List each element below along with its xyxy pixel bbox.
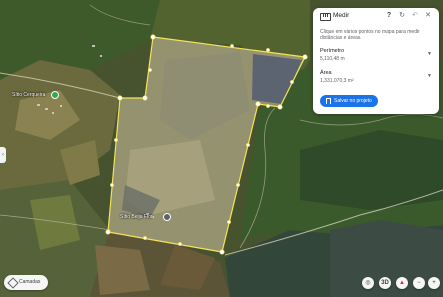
place-pin-cerqueira[interactable] [51, 91, 59, 99]
zoom-in-button[interactable]: + [428, 277, 440, 289]
save-to-project-label: Salvar no projeto [334, 98, 372, 104]
measure-panel-title: Medir [333, 12, 350, 19]
refresh-icon[interactable]: ↻ [398, 12, 406, 20]
view-3d-button[interactable]: 3D [379, 277, 391, 289]
place-label-cerqueira[interactable]: Sítio Cerqueira [12, 92, 45, 98]
layers-label: Camadas [19, 279, 41, 285]
undo-icon[interactable]: ↶ [411, 12, 419, 20]
measure-panel-header: Medir ? ↻ ↶ ✕ [313, 8, 439, 26]
help-icon[interactable]: ? [385, 12, 393, 20]
measure-instructions: Clique em vários pontos no mapa para med… [320, 29, 420, 42]
zoom-out-button[interactable]: − [413, 277, 425, 289]
collapse-side-panel-button[interactable]: ‹ [0, 147, 6, 163]
perimeter-label: Perímetro [320, 48, 345, 54]
bookmark-icon [326, 98, 331, 104]
area-unit-chevron-down-icon[interactable]: ▼ [427, 73, 432, 79]
measure-panel: Medir ? ↻ ↶ ✕ Clique em vários pontos no… [313, 8, 439, 114]
area-value: 1,331.070,3 m² [320, 78, 354, 84]
perimeter-value: 5,110,48 m [320, 56, 345, 62]
save-to-project-button[interactable]: Salvar no projeto [320, 95, 378, 107]
layers-icon [7, 277, 19, 289]
compass-icon[interactable]: ▲ [396, 277, 408, 289]
place-label-beija-flor[interactable]: Sítio Beija Flor [120, 214, 153, 220]
globe-icon[interactable]: ◎ [362, 277, 374, 289]
ruler-icon [320, 13, 331, 21]
layers-button[interactable]: Camadas [4, 275, 48, 290]
close-icon[interactable]: ✕ [424, 12, 432, 20]
place-pin-beija-flor[interactable] [163, 213, 171, 221]
perimeter-unit-chevron-down-icon[interactable]: ▼ [427, 51, 432, 57]
area-label: Área [320, 70, 332, 76]
